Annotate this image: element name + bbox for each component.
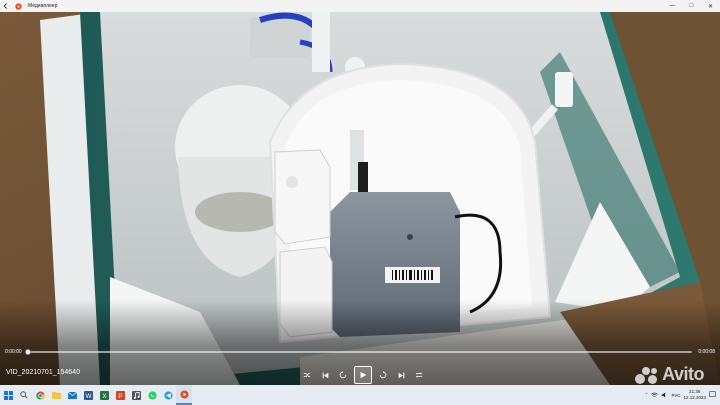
- maximize-icon[interactable]: □: [682, 0, 701, 12]
- chrome-icon[interactable]: [32, 385, 48, 405]
- file-name: VID_20210701_154640: [6, 369, 80, 376]
- seek-thumb[interactable]: [25, 349, 31, 355]
- minimize-icon[interactable]: —: [663, 0, 682, 12]
- avito-logo-icon: [635, 365, 659, 385]
- word-icon[interactable]: W: [80, 385, 96, 405]
- previous-icon[interactable]: [318, 368, 332, 382]
- rewind-10-icon[interactable]: [336, 368, 350, 382]
- playback-controls: [300, 366, 426, 384]
- windows-start-icon[interactable]: [0, 385, 16, 405]
- chevron-up-icon[interactable]: ⌃: [645, 392, 649, 398]
- search-icon[interactable]: [16, 385, 32, 405]
- next-icon[interactable]: [394, 368, 408, 382]
- svg-text:P: P: [118, 392, 122, 399]
- media-player-icon: [14, 2, 22, 10]
- play-icon: [360, 371, 367, 379]
- music-icon[interactable]: [128, 385, 144, 405]
- repeat-icon[interactable]: [412, 368, 426, 382]
- seek-bar[interactable]: [25, 349, 692, 355]
- file-explorer-icon[interactable]: [48, 385, 64, 405]
- shuffle-icon[interactable]: [300, 368, 314, 382]
- whatsapp-icon[interactable]: [144, 385, 160, 405]
- avito-watermark: Avito: [635, 364, 704, 385]
- time-current: 0:00:00: [5, 349, 22, 355]
- excel-icon[interactable]: X: [96, 385, 112, 405]
- system-tray: ⌃ РУС 21:36 12.12.2023: [645, 389, 720, 401]
- wifi-icon[interactable]: [651, 392, 659, 399]
- taskbar: W X P ⌃ РУС 21:36 12.12.2023: [0, 385, 720, 405]
- back-icon[interactable]: [1, 0, 11, 12]
- avito-text: Avito: [662, 364, 704, 384]
- language-indicator[interactable]: РУС: [671, 393, 680, 398]
- window-title: Медиаплеер: [28, 3, 58, 9]
- time-total: 0:00:08: [698, 349, 715, 355]
- clock-date: 12.12.2023: [683, 395, 706, 400]
- close-icon[interactable]: ✕: [701, 0, 720, 12]
- forward-30-icon[interactable]: [376, 368, 390, 382]
- mail-icon[interactable]: [64, 385, 80, 405]
- clock[interactable]: 21:36 12.12.2023: [683, 389, 706, 401]
- powerpoint-icon[interactable]: P: [112, 385, 128, 405]
- volume-icon[interactable]: [661, 392, 668, 399]
- window-title-bar: Медиаплеер — □ ✕: [0, 0, 720, 12]
- telegram-icon[interactable]: [160, 385, 176, 405]
- play-button[interactable]: [354, 366, 372, 384]
- svg-text:W: W: [85, 392, 91, 399]
- media-player-icon[interactable]: [176, 385, 192, 405]
- notification-icon[interactable]: [709, 391, 716, 399]
